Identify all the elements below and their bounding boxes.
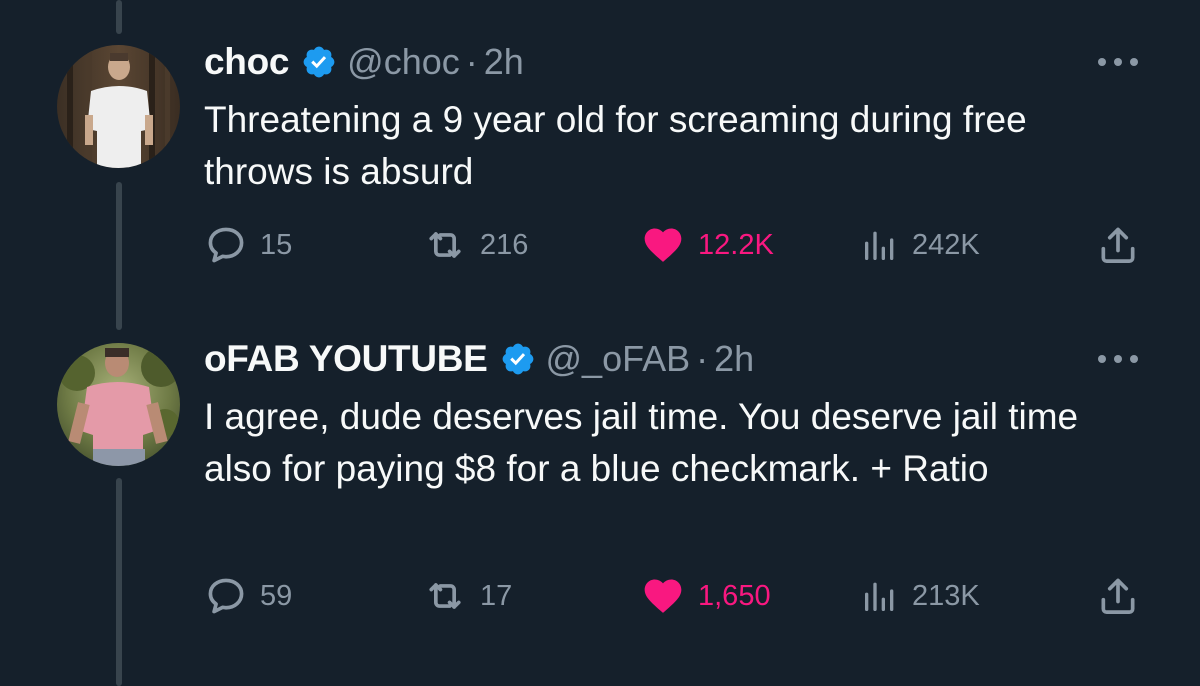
views-bar-chart-icon [865, 231, 894, 260]
avatar[interactable] [57, 45, 180, 168]
tweet-header: choc @choc · 2h [204, 41, 524, 83]
share-upload-icon [1101, 227, 1135, 263]
views-bar-chart-icon [865, 582, 894, 611]
more-horizontal-icon [1098, 355, 1106, 363]
like-button[interactable]: 12.2K [640, 223, 774, 267]
verified-badge-icon[interactable] [301, 44, 337, 80]
views-count: 213K [912, 579, 980, 612]
share-upload-icon [1101, 578, 1135, 614]
separator-dot: · [696, 338, 709, 379]
thread-view: choc @choc · 2h Threatening a 9 year old… [0, 0, 1200, 686]
thread-line-middle [116, 182, 122, 330]
heart-filled-icon [644, 228, 682, 262]
tweet-text: Threatening a 9 year old for screaming d… [204, 99, 1027, 192]
timestamp[interactable]: 2h [714, 338, 754, 380]
heart-filled-icon [644, 579, 682, 613]
more-horizontal-icon [1098, 58, 1106, 66]
avatar[interactable] [57, 343, 180, 466]
handle[interactable]: @_oFAB [546, 338, 691, 380]
retweet-button[interactable]: 216 [422, 223, 528, 267]
more-dot [1130, 58, 1138, 66]
tweet-actions: 59 17 1,650 213K [204, 574, 1144, 618]
retweet-count: 216 [480, 228, 529, 261]
separator-dot: · [465, 41, 478, 82]
retweet-count: 17 [480, 579, 513, 612]
tweet-text: I agree, dude deserves jail time. You de… [204, 396, 1079, 489]
thread-line-top [116, 0, 122, 34]
reply-bubble-icon [208, 227, 244, 263]
more-dot [1114, 58, 1122, 66]
like-button[interactable]: 1,650 [640, 574, 771, 618]
thread-line-bottom [116, 478, 122, 686]
verified-badge-icon[interactable] [500, 341, 536, 377]
reply-button[interactable]: 59 [204, 574, 292, 618]
reply-count: 59 [260, 579, 293, 612]
more-dot [1130, 355, 1138, 363]
reply-count: 15 [260, 228, 293, 261]
reply-button[interactable]: 15 [204, 223, 292, 267]
retweet-icon [429, 232, 461, 258]
tweet-actions: 15 216 12.2K 242K [204, 223, 1144, 267]
like-count: 1,650 [698, 579, 771, 612]
views-button[interactable]: 242K [860, 223, 980, 267]
share-button[interactable] [1096, 223, 1140, 267]
views-count: 242K [912, 228, 980, 261]
share-button[interactable] [1096, 574, 1140, 618]
like-count: 12.2K [698, 228, 774, 261]
display-name[interactable]: oFAB YOUTUBE [204, 338, 488, 380]
retweet-button[interactable]: 17 [422, 574, 512, 618]
reply-bubble-icon [208, 578, 244, 614]
handle[interactable]: @choc [347, 41, 460, 83]
retweet-icon [429, 583, 461, 609]
tweet-header: oFAB YOUTUBE @_oFAB · 2h [204, 338, 754, 380]
timestamp[interactable]: 2h [484, 41, 524, 83]
views-button[interactable]: 213K [860, 574, 980, 618]
more-options-button[interactable] [1098, 347, 1138, 371]
more-options-button[interactable] [1098, 50, 1138, 74]
more-dot [1114, 355, 1122, 363]
display-name[interactable]: choc [204, 41, 289, 83]
